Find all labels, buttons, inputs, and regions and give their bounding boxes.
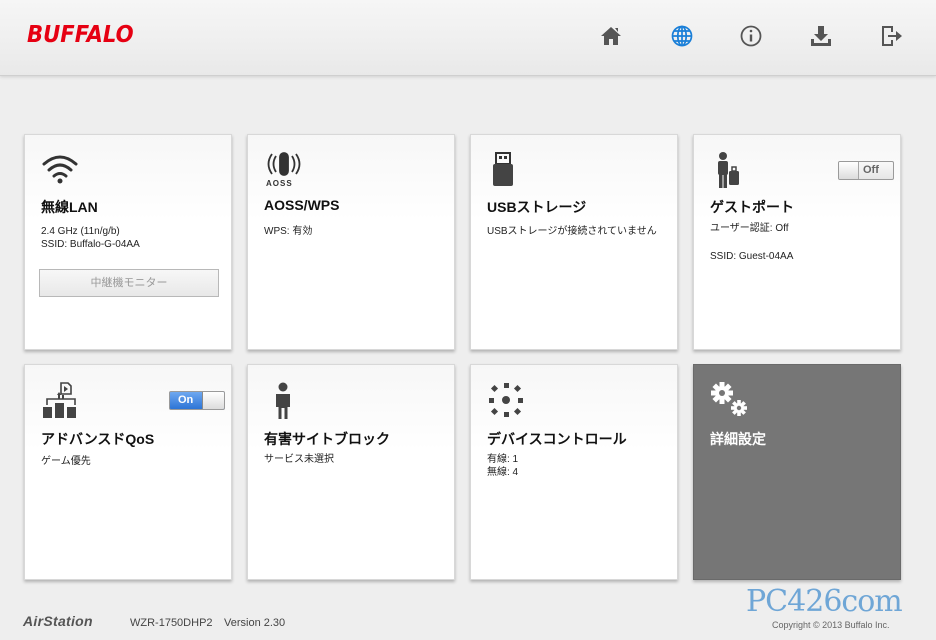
- aoss-icon: AOSS: [264, 151, 304, 191]
- download-icon[interactable]: [809, 24, 833, 48]
- tile-harmful-site-block[interactable]: 有害サイトブロック サービス未選択: [247, 364, 455, 580]
- tile-aoss-wps[interactable]: AOSS AOSS/WPS WPS: 有効: [247, 134, 455, 350]
- wlan-ssid: SSID: Buffalo-G-04AA: [41, 239, 140, 250]
- tile-title: 詳細設定: [710, 431, 766, 447]
- tile-wireless-lan[interactable]: 無線LAN 2.4 GHz (11n/g/b) SSID: Buffalo-G-…: [24, 134, 232, 350]
- qos-toggle[interactable]: On: [169, 391, 225, 410]
- wps-status: WPS: 有効: [264, 226, 313, 237]
- usb-drive-icon: [487, 151, 527, 191]
- wifi-icon: [41, 151, 81, 191]
- repeater-monitor-button[interactable]: 中継機モニター: [39, 269, 219, 297]
- buffalo-logo: BUFFALO: [27, 22, 134, 48]
- qos-mode: ゲーム優先: [41, 456, 91, 467]
- tile-title: アドバンスドQoS: [41, 431, 155, 447]
- tile-title: AOSS/WPS: [264, 197, 340, 213]
- tile-title: ゲストポート: [710, 199, 794, 215]
- wlan-band: 2.4 GHz (11n/g/b): [41, 226, 120, 237]
- child-figure-icon: [264, 381, 304, 421]
- tile-info: WPS: 有効: [264, 225, 440, 238]
- toggle-knob: [202, 392, 224, 409]
- guest-traveler-icon: [710, 151, 750, 191]
- tile-title: デバイスコントロール: [487, 431, 627, 447]
- device-network-icon: [487, 381, 527, 421]
- tile-info: 有線: 1 無線: 4: [487, 453, 663, 479]
- wired-count: 有線: 1: [487, 454, 519, 465]
- block-status: サービス未選択: [264, 454, 334, 465]
- tile-title: 無線LAN: [41, 199, 98, 215]
- home-icon[interactable]: [599, 24, 623, 48]
- tile-usb-storage[interactable]: USBストレージ USBストレージが接続されていません: [470, 134, 678, 350]
- tile-title: USBストレージ: [487, 199, 587, 215]
- tile-info: 2.4 GHz (11n/g/b) SSID: Buffalo-G-04AA: [41, 225, 217, 251]
- toggle-knob: [839, 162, 859, 179]
- guest-auth: ユーザー認証: Off: [710, 223, 789, 234]
- copyright-text: Copyright © 2013 Buffalo Inc.: [772, 620, 890, 630]
- toggle-label: On: [178, 394, 194, 406]
- tile-info: ユーザー認証: Off SSID: Guest-04AA: [710, 222, 886, 263]
- info-icon[interactable]: [739, 24, 763, 48]
- guest-ssid: SSID: Guest-04AA: [710, 251, 794, 262]
- header-bar: BUFFALO: [0, 0, 936, 76]
- qos-icon: [41, 381, 81, 421]
- watermark-logo: PC426com: [746, 584, 903, 619]
- tile-title: 有害サイトブロック: [264, 431, 390, 447]
- globe-icon[interactable]: [670, 24, 694, 48]
- tile-info: サービス未選択: [264, 453, 440, 466]
- aoss-icon-label: AOSS: [266, 179, 293, 188]
- logout-icon[interactable]: [879, 24, 903, 48]
- airstation-logo: AirStation: [23, 613, 93, 629]
- tile-guest-port[interactable]: Off ゲストポート ユーザー認証: Off SSID: Guest-04AA: [693, 134, 901, 350]
- usb-status: USBストレージが接続されていません: [487, 226, 657, 237]
- model-number: WZR-1750DHP2: [130, 617, 213, 629]
- tile-advanced-qos[interactable]: On アドバンスドQoS ゲーム優先: [24, 364, 232, 580]
- tile-device-control[interactable]: デバイスコントロール 有線: 1 無線: 4: [470, 364, 678, 580]
- guest-port-toggle[interactable]: Off: [838, 161, 894, 180]
- toggle-label: Off: [863, 164, 879, 176]
- tile-advanced-settings[interactable]: 詳細設定: [693, 364, 901, 580]
- tile-info: USBストレージが接続されていません: [487, 225, 663, 238]
- gears-icon: [710, 381, 750, 421]
- wireless-count: 無線: 4: [487, 467, 519, 478]
- tile-info: ゲーム優先: [41, 455, 217, 468]
- firmware-version: Version 2.30: [224, 617, 286, 629]
